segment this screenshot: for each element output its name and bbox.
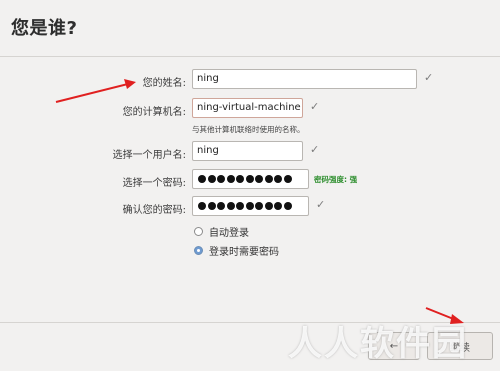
password-dot [255,202,263,210]
computer-name-field[interactable]: ning-virtual-machine [192,98,303,118]
auto-login-label: 自动登录 [209,228,249,239]
username-field[interactable]: ning [192,141,303,161]
confirm-password-field[interactable] [192,196,309,216]
require-password-label: 登录时需要密码 [209,247,279,258]
password-dot [264,202,273,210]
auto-login-option[interactable]: 自动登录 [194,224,249,239]
name-field[interactable]: ning [192,69,417,89]
password-dot [236,175,244,183]
password-dot [217,175,225,183]
checkmark-icon: ✓ [316,198,326,211]
header-bar: 您是谁? [0,0,500,57]
radio-icon[interactable] [194,227,203,236]
checkmark-icon: ✓ [424,71,434,84]
password-label: 选择一个密码: [122,178,186,189]
page-title: 您是谁? [11,18,78,39]
password-dot [274,175,282,183]
radio-icon[interactable] [194,246,203,255]
password-dot [226,175,235,183]
password-dot [236,202,244,210]
password-dot [283,202,292,210]
password-dot [207,175,216,183]
password-dot [245,175,254,183]
require-password-option[interactable]: 登录时需要密码 [194,243,279,258]
checkmark-icon: ✓ [310,143,320,156]
username-label: 选择一个用户名: [112,150,186,161]
password-dot [255,175,263,183]
password-dot [274,202,282,210]
password-dot [198,175,206,183]
watermark: 人人软件园 [288,324,468,364]
password-strength: 密码强度: 强 [314,175,358,184]
password-dot [264,175,273,183]
password-field[interactable] [192,169,309,189]
password-dot [198,202,206,210]
password-dot [207,202,216,210]
red-arrow-annotation-icon [55,79,136,103]
checkmark-icon: ✓ [310,100,320,113]
confirm-password-dots [197,197,308,215]
computer-name-hint: 与其他计算机联络时使用的名称。 [192,125,305,134]
password-dot [245,202,254,210]
password-dot [217,202,225,210]
password-dot [226,202,235,210]
confirm-password-label: 确认您的密码: [122,205,186,216]
password-dot [283,175,292,183]
password-dots [197,170,308,188]
